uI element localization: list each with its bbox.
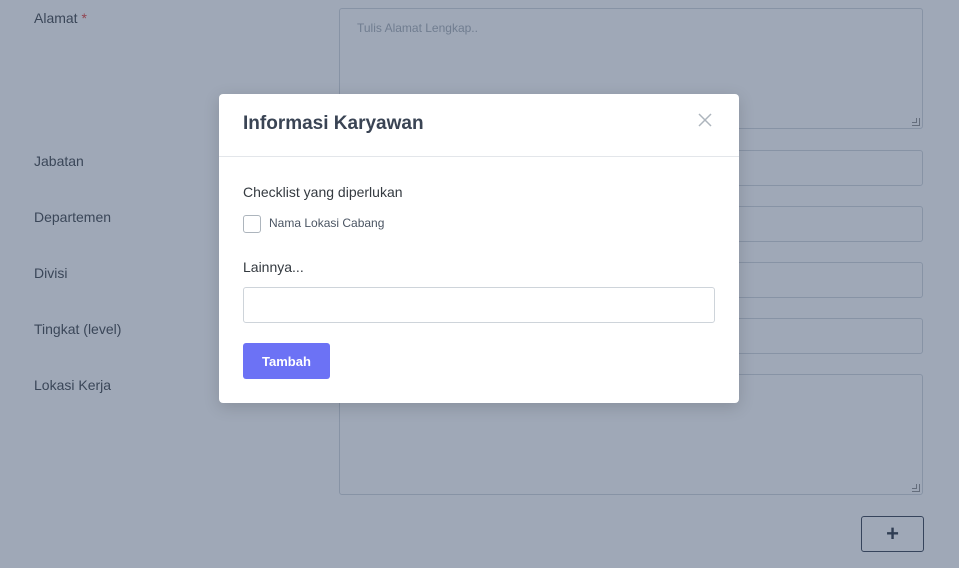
other-label: Lainnya... [243,259,304,275]
checkbox-nama-lokasi-cabang[interactable] [243,215,261,233]
tambah-button[interactable]: Tambah [243,343,330,379]
close-icon[interactable] [697,112,713,128]
checkbox-label-nama-lokasi-cabang: Nama Lokasi Cabang [269,216,385,230]
other-input[interactable] [243,287,715,323]
employee-info-modal: Informasi Karyawan Checklist yang diperl… [219,94,739,403]
modal-header: Informasi Karyawan [219,94,739,157]
checklist-label: Checklist yang diperlukan [243,184,403,200]
modal-title: Informasi Karyawan [243,113,424,134]
